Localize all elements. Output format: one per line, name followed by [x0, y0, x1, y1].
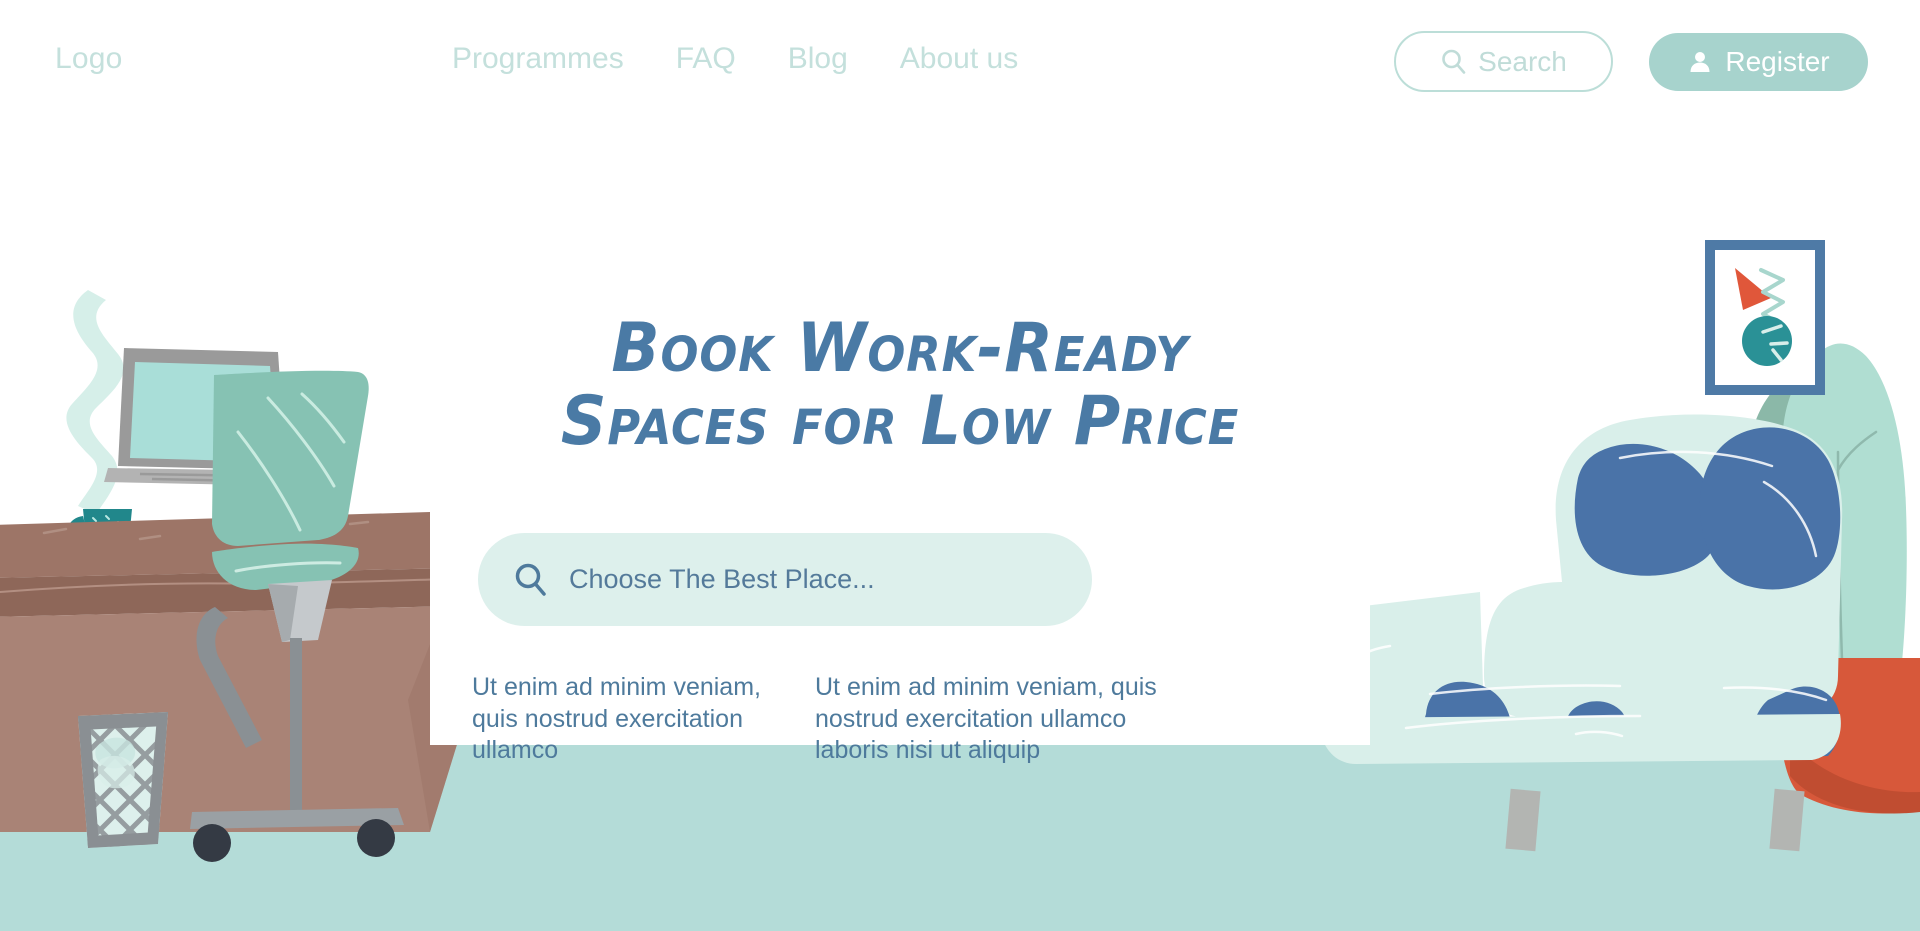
logo[interactable]: Logo [55, 44, 123, 74]
search-button[interactable]: Search [1394, 31, 1613, 92]
user-icon [1687, 49, 1713, 75]
nav-links: Programmes FAQ Blog About us [452, 44, 1018, 74]
description-column-2: Ut enim ad minim veniam, quis nostrud ex… [815, 673, 1157, 764]
headline-line-2: Spaces for Low Price [560, 382, 1240, 462]
nav-link-programmes[interactable]: Programmes [452, 44, 624, 74]
search-icon [513, 562, 549, 598]
sofa [1319, 414, 1843, 852]
place-search-input[interactable]: Choose The Best Place... [478, 533, 1092, 626]
landing-page: Book Work-Ready Spaces for Low Price Cho… [0, 0, 1920, 931]
register-button-label: Register [1725, 45, 1830, 77]
sofa-spot [1699, 427, 1841, 590]
description-column-1: Ut enim ad minim veniam, quis nostrud ex… [472, 673, 761, 764]
nav-link-blog[interactable]: Blog [788, 44, 848, 74]
top-navigation-bar: Logo Programmes FAQ Blog About us Search [0, 0, 1920, 118]
search-button-label: Search [1478, 45, 1567, 77]
nav-link-faq[interactable]: FAQ [676, 44, 736, 74]
nav-actions: Search Register [1394, 31, 1868, 92]
nav-link-about-us[interactable]: About us [900, 44, 1018, 74]
chair-wheel [193, 824, 231, 862]
page-title: Book Work-Ready Spaces for Low Price [463, 309, 1337, 462]
register-button[interactable]: Register [1649, 32, 1868, 91]
hero-description-columns: Ut enim ad minim veniam, quis nostrud ex… [472, 672, 1362, 767]
circle-shape [1742, 316, 1792, 366]
search-placeholder: Choose The Best Place... [569, 564, 875, 594]
search-icon [1440, 48, 1468, 76]
chair-wheel [357, 819, 395, 857]
chair-post [290, 638, 302, 810]
framed-artwork [1705, 240, 1825, 395]
headline-line-1: Book Work-Ready [611, 309, 1189, 388]
lounge-illustration [1319, 0, 1920, 931]
